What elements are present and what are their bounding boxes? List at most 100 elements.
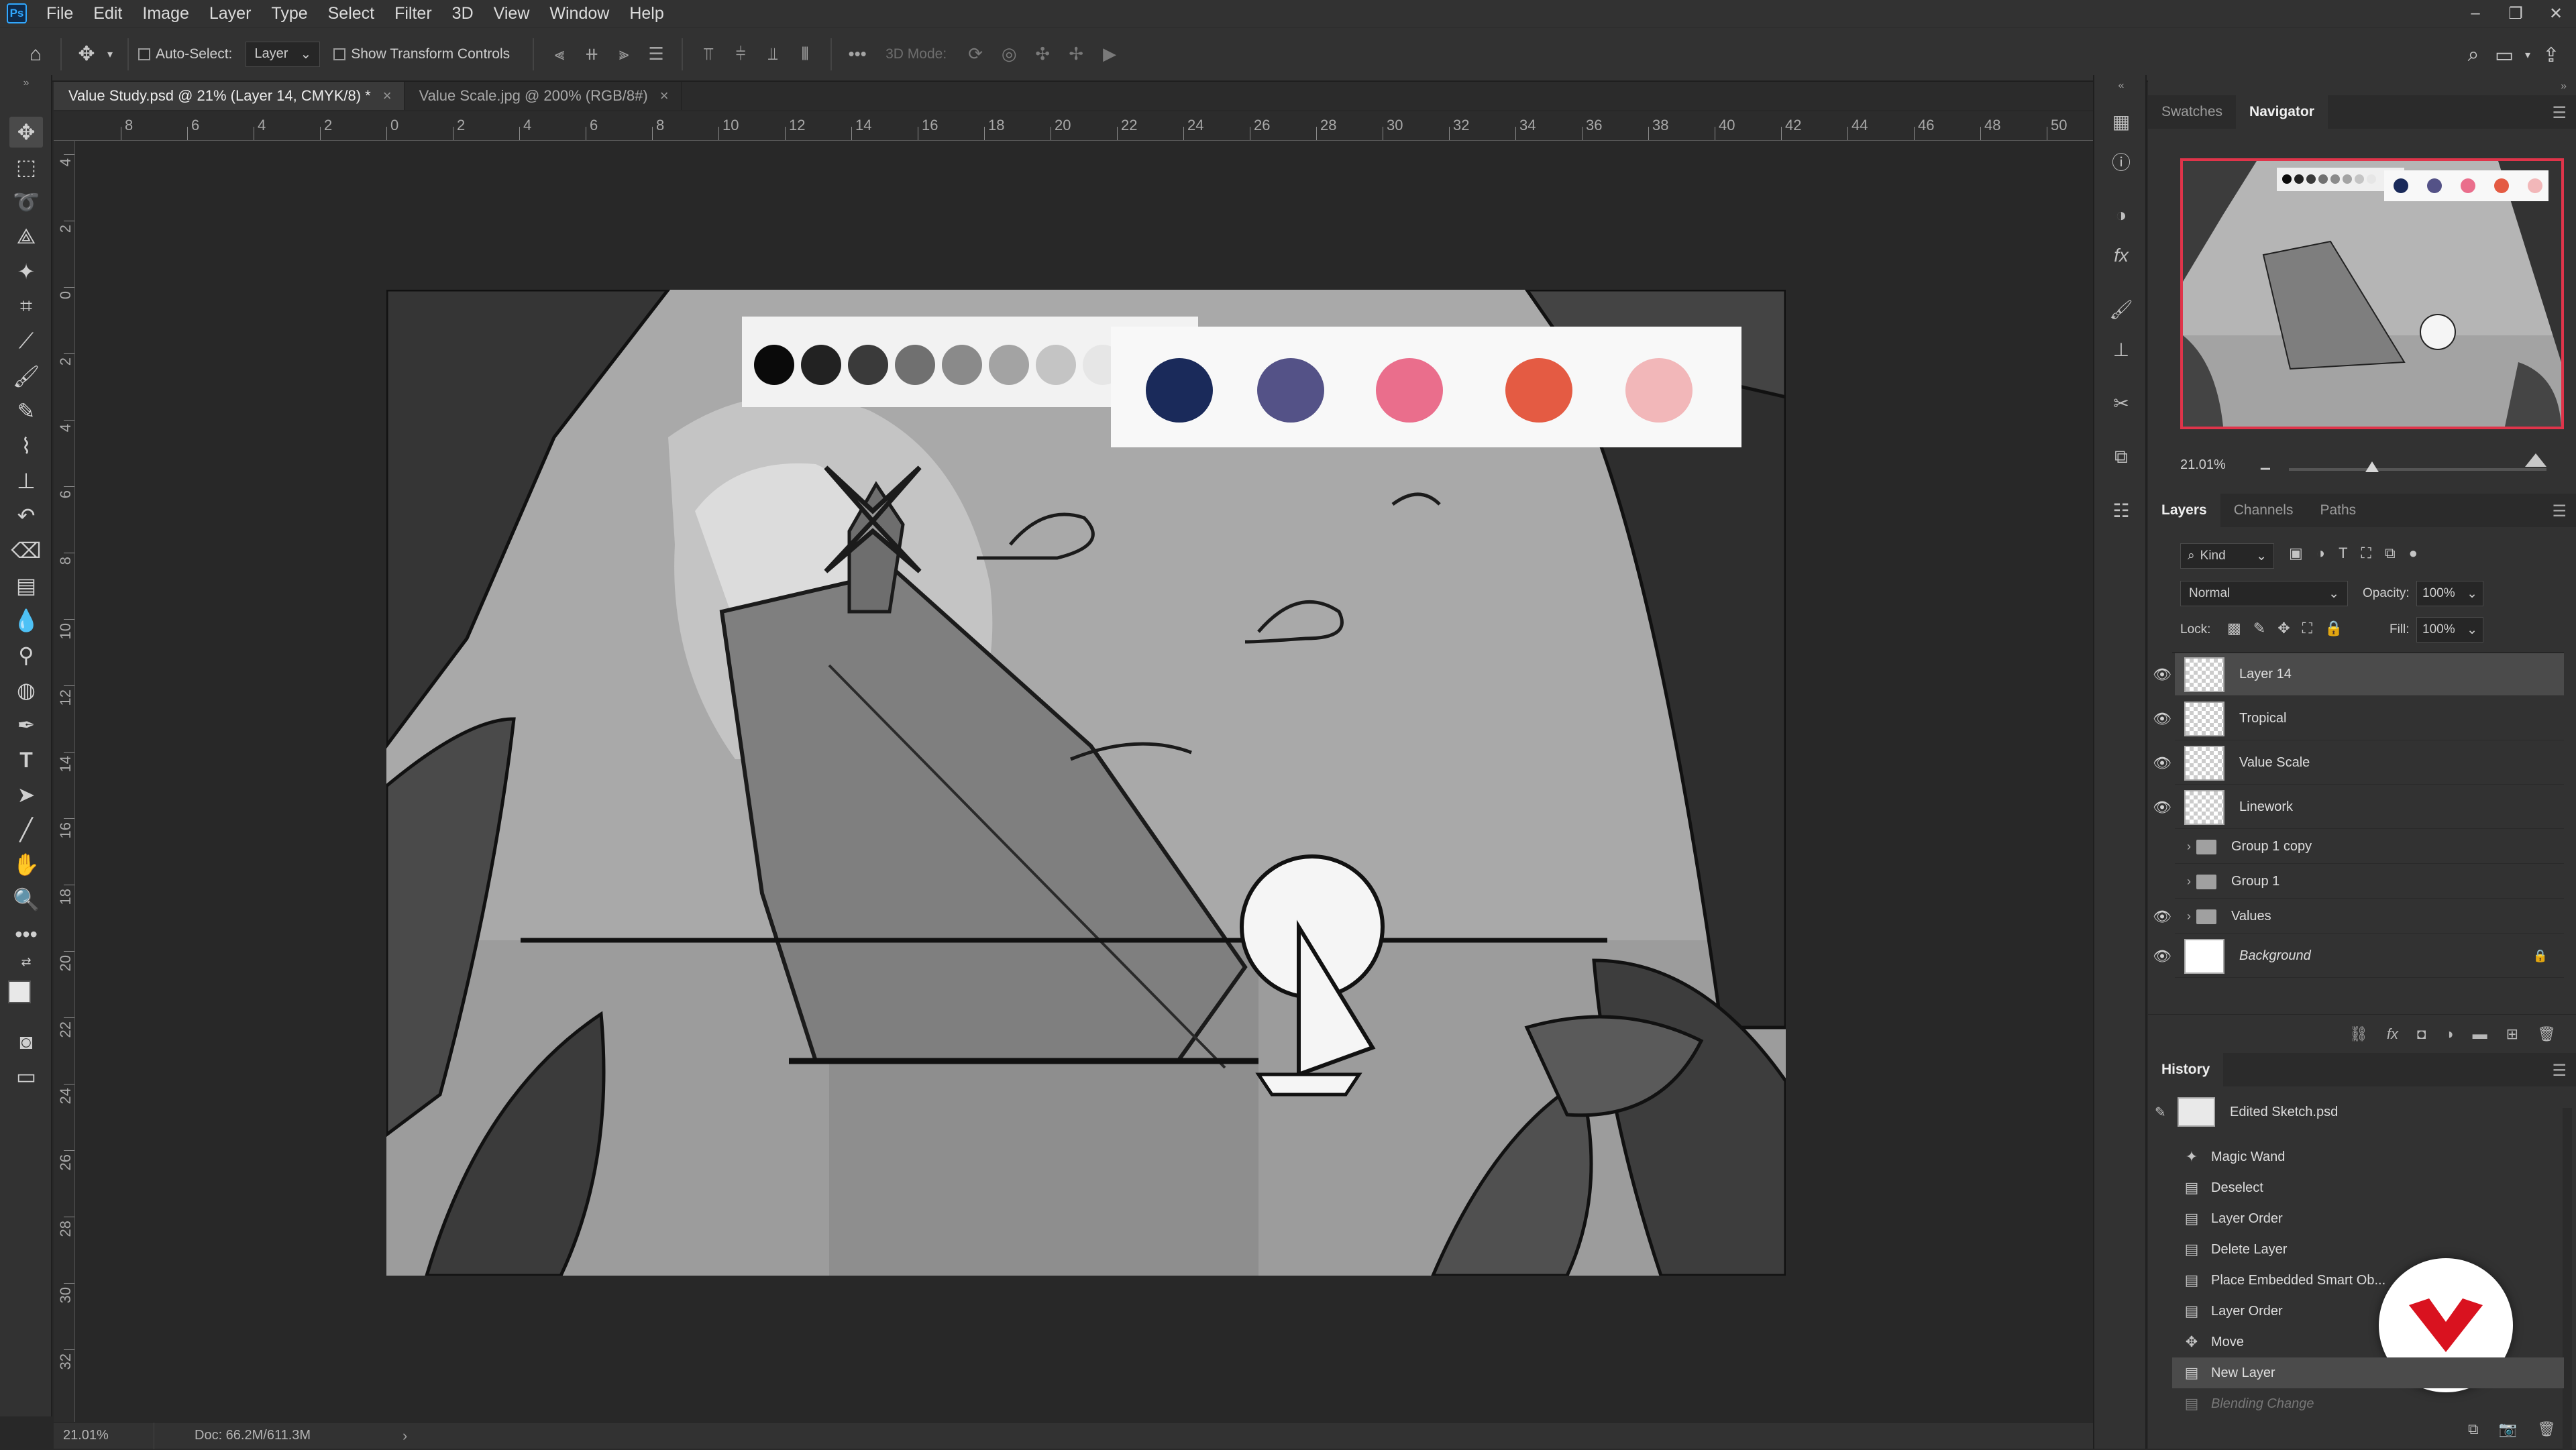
chevron-right-icon[interactable]: › [2187,875,2191,889]
link-layers-icon[interactable]: ⛓ [2349,1025,2368,1043]
orbit-3d-icon[interactable]: ⟳ [959,39,992,70]
history-brush-source-icon[interactable]: ✎ [2155,1104,2166,1121]
menu-type[interactable]: Type [261,4,317,23]
collapse-toolbar-icon[interactable]: » [9,76,43,90]
crop-tool-icon[interactable]: ⌗ [9,291,43,322]
align-center-icon[interactable]: ⧺ [576,39,608,70]
marquee-tool-icon[interactable]: ⬚ [9,152,43,182]
panel-menu-icon[interactable]: ☰ [2552,103,2567,123]
glyphs-icon[interactable]: ⧉ [2105,441,2137,472]
hand-tool-icon[interactable]: ✋ [9,849,43,880]
eye-icon[interactable]: 👁 [2152,665,2172,685]
panel-menu-icon[interactable]: ☰ [2552,1061,2567,1080]
adjustment-layer-icon[interactable]: ◑ [2445,1025,2453,1043]
artwork-canvas[interactable] [386,290,1786,1276]
history-snapshot[interactable]: ✎ Edited Sketch.psd [2155,1093,2564,1131]
magic-wand-tool-icon[interactable]: ✦ [9,256,43,287]
menu-layer[interactable]: Layer [199,4,262,23]
tool-presets-icon[interactable]: ✂ [2105,388,2137,419]
align-middle-icon[interactable]: ⫩ [724,39,757,70]
lock-position-icon[interactable]: ✥ [2277,620,2290,637]
home-icon[interactable]: ⌂ [20,39,51,70]
tab-navigator[interactable]: Navigator [2236,95,2328,129]
menu-help[interactable]: Help [619,4,674,23]
layer-row-linework[interactable]: 👁 Linework [2153,786,2564,829]
layer-row-value-scale[interactable]: 👁 Value Scale [2153,742,2564,785]
line-tool-icon[interactable]: ╱ [9,814,43,845]
more-options-icon[interactable]: ••• [841,39,873,70]
brush-tool-icon[interactable]: 🖌 [9,361,43,392]
add-mask-icon[interactable]: ◘ [2417,1025,2426,1043]
clone-source-icon[interactable]: ⊥ [2105,334,2137,365]
scale-3d-icon[interactable]: ▶ [1093,39,1126,70]
styles-fx-icon[interactable]: fx [2105,240,2137,271]
path-selection-icon[interactable]: ➤ [9,779,43,810]
new-layer-icon[interactable]: ⊞ [2506,1025,2518,1043]
filter-toggle-icon[interactable]: ● [2409,545,2418,562]
history-state[interactable]: ✦ Magic Wand [2172,1141,2564,1172]
new-snapshot-icon[interactable]: 📷 [2499,1420,2517,1438]
delete-layer-icon[interactable]: 🗑 [2537,1025,2556,1043]
layer-row-values[interactable]: 👁 › Values [2153,900,2564,934]
gradient-tool-icon[interactable]: ▤ [9,570,43,601]
roll-3d-icon[interactable]: ◎ [992,39,1026,70]
eye-icon[interactable]: 👁 [2152,797,2172,818]
close-button[interactable]: ✕ [2536,0,2576,27]
quick-mask-icon[interactable]: ◙ [9,1026,43,1057]
zoom-in-icon[interactable] [2525,453,2546,467]
chevron-down-icon[interactable]: ▾ [2520,40,2536,70]
tab-value-study[interactable]: Value Study.psd @ 21% (Layer 14, CMYK/8)… [54,82,405,110]
pencil-tool-icon[interactable]: ✎ [9,396,43,427]
share-icon[interactable]: ⇪ [2536,40,2567,70]
collapse-panels-icon[interactable]: « [2105,79,2137,93]
pan-3d-icon[interactable]: ✣ [1026,39,1059,70]
foreground-color-swatch[interactable] [8,981,31,1003]
align-bottom-icon[interactable]: ⫫ [757,39,789,70]
zoom-out-icon[interactable]: ▁ [2261,456,2270,470]
zoom-slider-handle[interactable] [2365,461,2379,472]
collapse-dock-icon[interactable]: » [2561,80,2567,93]
new-document-from-state-icon[interactable]: ⧉ [2468,1420,2479,1438]
eye-icon[interactable]: 👁 [2152,709,2172,729]
move-tool-icon[interactable]: ✥ [9,117,43,148]
eraser-tool-icon[interactable]: ⌫ [9,535,43,566]
lasso-tool-icon[interactable]: ➰ [9,186,43,217]
align-right-icon[interactable]: ⫸ [608,39,640,70]
align-left-icon[interactable]: ⫷ [543,39,576,70]
lock-artboard-icon[interactable]: ⛶ [2302,620,2312,637]
delete-state-icon[interactable]: 🗑 [2537,1420,2556,1438]
filter-adjustment-icon[interactable]: ◑ [2316,545,2325,562]
mixer-brush-icon[interactable]: ⌇ [9,431,43,461]
tab-layers[interactable]: Layers [2148,494,2220,527]
new-group-icon[interactable]: ▬ [2473,1025,2487,1043]
properties-icon[interactable]: ☷ [2105,495,2137,526]
history-state[interactable]: ▤ Place Embedded Smart Ob... [2172,1265,2564,1296]
pen-tool-icon[interactable]: ✒ [9,710,43,740]
layer-filter-dropdown[interactable]: ⌕ Kind ⌄ [2180,543,2274,569]
search-icon[interactable]: ⌕ [2458,40,2489,70]
menu-window[interactable]: Window [539,4,619,23]
layer-row-group-1[interactable]: › Group 1 [2175,865,2564,899]
info-icon[interactable]: ⓘ [2105,146,2137,177]
fill-input[interactable]: 100% ⌄ [2416,617,2483,643]
close-tab-icon[interactable]: × [660,87,669,105]
brushes-icon[interactable]: 🖌 [2105,294,2137,325]
history-state[interactable]: ▤ Layer Order [2172,1203,2564,1234]
slide-3d-icon[interactable]: ✢ [1059,39,1093,70]
status-menu-chevron-icon[interactable]: › [402,1427,407,1445]
menu-3d[interactable]: 3D [442,4,484,23]
workspace-icon[interactable]: ▭ [2489,40,2520,70]
restore-button[interactable]: ❐ [2496,0,2536,27]
menu-select[interactable]: Select [318,4,384,23]
edit-toolbar-icon[interactable]: ••• [9,919,43,950]
layer-row-tropical[interactable]: 👁 Tropical [2153,698,2564,740]
filter-pixel-icon[interactable]: ▣ [2289,545,2303,562]
layer-row-group-1-copy[interactable]: › Group 1 copy [2175,830,2564,864]
chevron-right-icon[interactable]: › [2187,840,2191,854]
swap-colors-icon[interactable]: ⇄ [9,954,43,970]
move-tool-icon[interactable]: ✥ [71,39,102,70]
navigator-thumbnail[interactable] [2180,158,2564,429]
tab-paths[interactable]: Paths [2306,494,2369,527]
minimize-button[interactable]: – [2455,0,2496,27]
horizontal-ruler[interactable]: 8 6 4 2 0 2 4 6 8 10 12 14 16 18 20 22 24 26 28 30 32 34 36 38 4… [54,111,2093,141]
